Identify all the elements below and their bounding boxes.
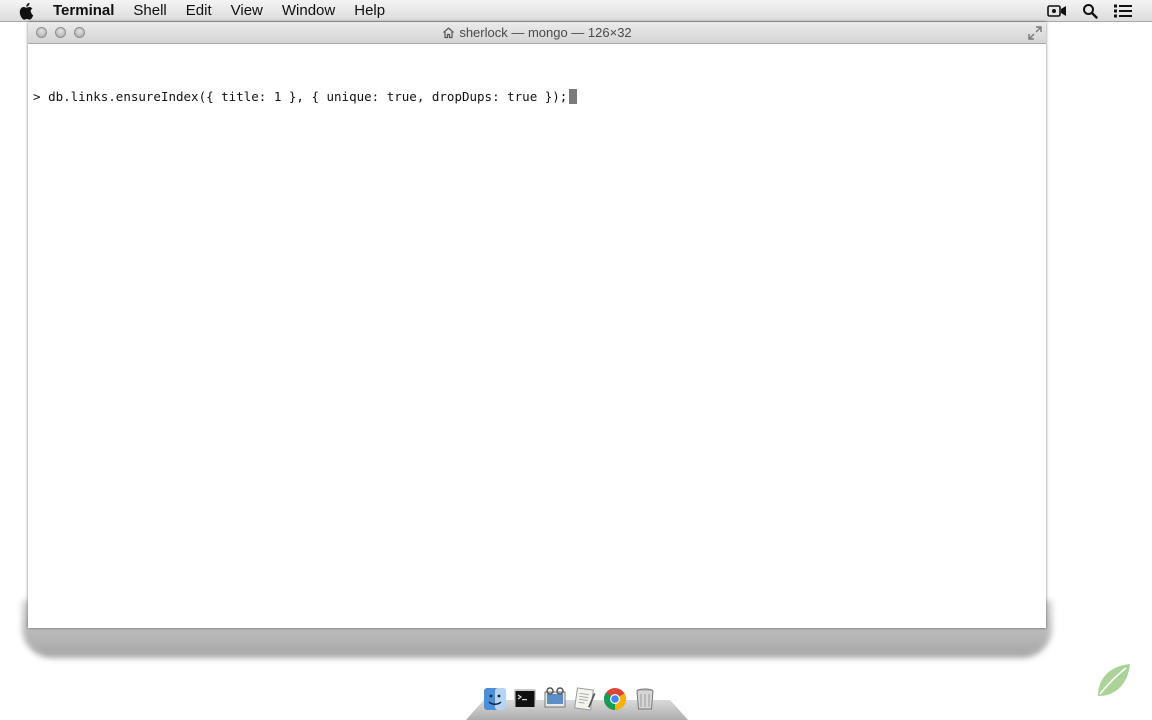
window-title: sherlock — mongo — 126×32: [28, 22, 1046, 43]
trash-icon[interactable]: [632, 686, 658, 712]
textedit-icon[interactable]: [572, 686, 598, 712]
menu-shell[interactable]: Shell: [133, 0, 166, 22]
apple-icon[interactable]: [17, 1, 37, 21]
menu-app-terminal[interactable]: Terminal: [53, 0, 114, 22]
leaf-logo-icon: [1094, 660, 1134, 700]
dock: [466, 686, 688, 720]
terminal-content[interactable]: > db.links.ensureIndex({ title: 1 }, { u…: [28, 44, 1046, 628]
terminal-line: > db.links.ensureIndex({ title: 1 }, { u…: [33, 88, 1046, 105]
list-icon[interactable]: [1112, 2, 1134, 20]
fullscreen-icon[interactable]: [1028, 26, 1042, 40]
terminal-command: db.links.ensureIndex({ title: 1 }, { uni…: [48, 89, 568, 104]
menu-status-area: [1035, 0, 1134, 22]
menu-view[interactable]: View: [231, 0, 263, 22]
home-icon: [442, 26, 455, 39]
dock-icons: [482, 686, 662, 712]
preview-icon[interactable]: [542, 686, 568, 712]
desktop: Terminal Shell Edit View Window Help she…: [0, 0, 1152, 720]
terminal-icon[interactable]: [512, 686, 538, 712]
terminal-prompt: >: [33, 89, 41, 104]
menu-bar: Terminal Shell Edit View Window Help: [0, 0, 1152, 22]
window-title-text: sherlock — mongo — 126×32: [459, 25, 632, 40]
terminal-window: sherlock — mongo — 126×32 > db.links.ens…: [28, 22, 1046, 628]
menu-edit[interactable]: Edit: [186, 0, 212, 22]
search-icon[interactable]: [1079, 2, 1101, 20]
finder-icon[interactable]: [482, 686, 508, 712]
menu-window[interactable]: Window: [282, 0, 335, 22]
chrome-icon[interactable]: [602, 686, 628, 712]
text-cursor: [569, 89, 578, 104]
video-camera-icon[interactable]: [1046, 2, 1068, 20]
menu-help[interactable]: Help: [354, 0, 385, 22]
window-titlebar[interactable]: sherlock — mongo — 126×32: [28, 22, 1046, 44]
